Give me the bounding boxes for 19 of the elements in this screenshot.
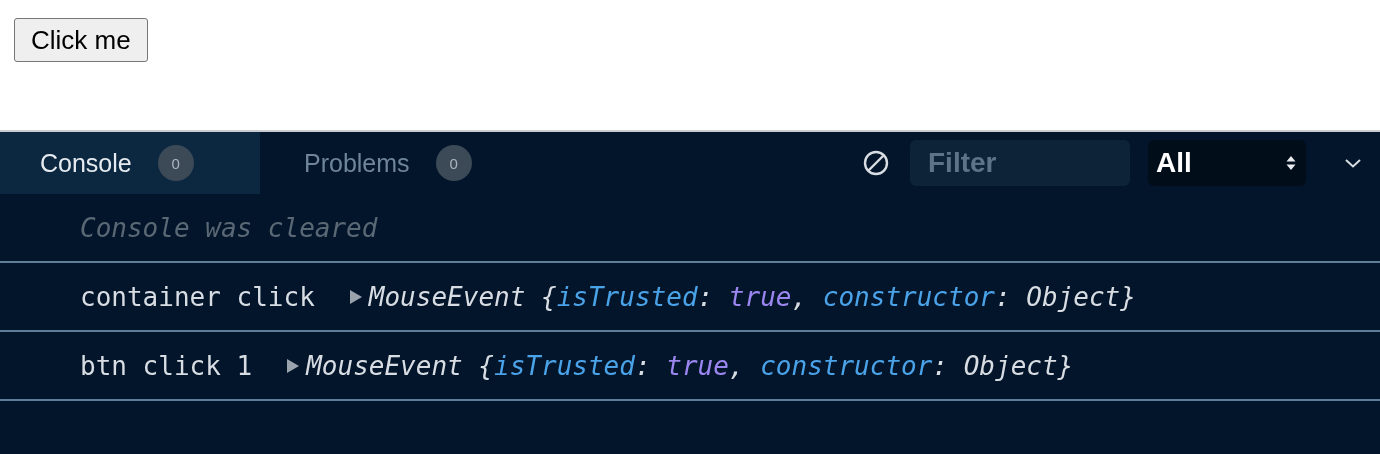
object-preview[interactable]: MouseEvent {isTrusted: true, constructor: Object} xyxy=(368,281,1136,312)
chevron-down-icon[interactable] xyxy=(1344,157,1362,169)
console-tab[interactable]: Console 0 xyxy=(0,132,260,194)
log-message: container click xyxy=(80,281,315,312)
level-select[interactable]: All xyxy=(1148,140,1306,186)
console-tab[interactable]: Problems 0 xyxy=(260,132,520,194)
object-preview[interactable]: MouseEvent {isTrusted: true, constructor: Object} xyxy=(306,350,1074,381)
log-message: Console was cleared xyxy=(80,212,378,243)
count-badge: 0 xyxy=(435,145,472,181)
expand-arrow-icon[interactable] xyxy=(286,357,301,374)
filter-field[interactable]: Filter xyxy=(910,140,1130,186)
tab-label: Console xyxy=(40,148,132,178)
expand-arrow-icon[interactable] xyxy=(348,288,363,305)
count-badge: 0 xyxy=(157,145,194,181)
tab-label: Problems xyxy=(304,148,410,178)
log-message: btn click 1 xyxy=(80,350,253,381)
click-me-button[interactable]: Click me xyxy=(14,18,148,62)
clear-console-icon[interactable] xyxy=(862,149,890,177)
up-down-arrows-icon xyxy=(1286,155,1296,171)
